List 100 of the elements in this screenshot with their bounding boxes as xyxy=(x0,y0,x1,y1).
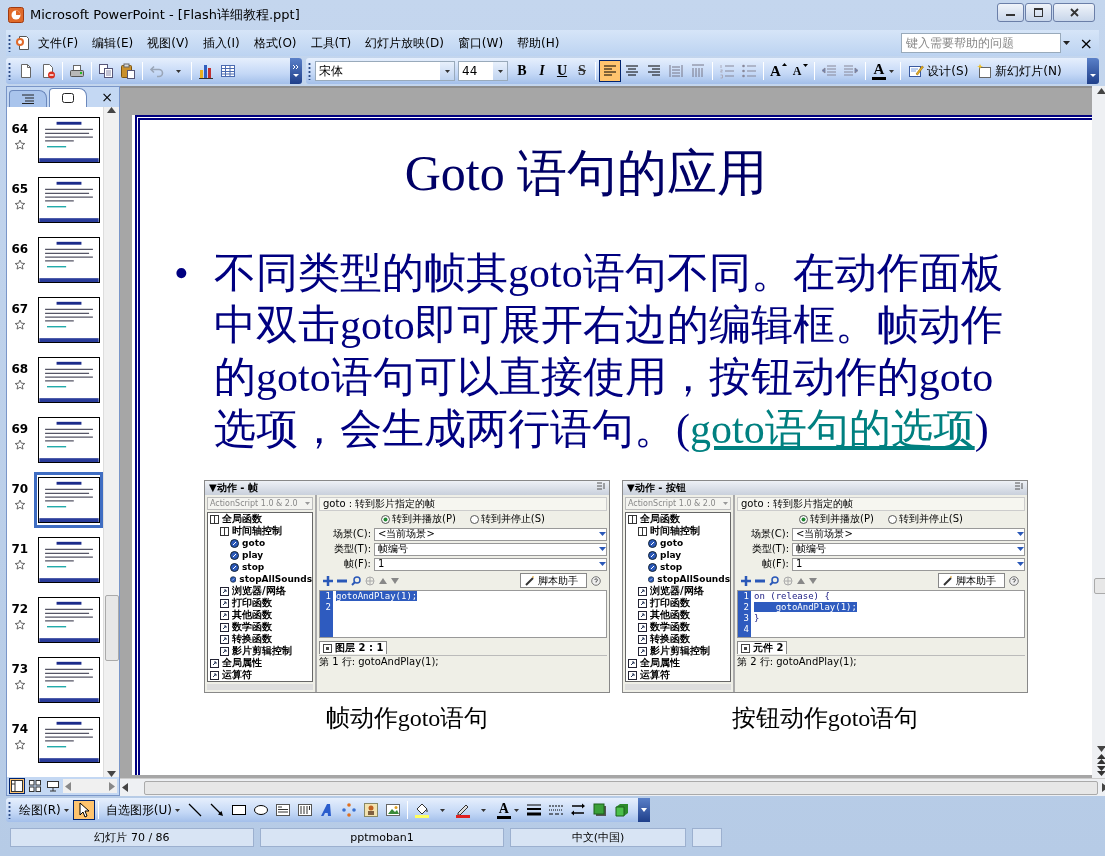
scrollbar-thumb[interactable] xyxy=(104,595,119,661)
tree-item[interactable]: goto xyxy=(242,537,266,549)
menu-item[interactable]: 编辑(E) xyxy=(85,32,141,54)
find-icon[interactable] xyxy=(351,575,361,586)
vertical-scrollbar[interactable] xyxy=(1092,86,1105,778)
vertical-scrollbar[interactable] xyxy=(103,107,119,777)
tree-item[interactable]: 影片剪辑控制 xyxy=(650,645,710,657)
shadow-button[interactable]: S xyxy=(572,60,592,82)
decrease-indent-icon[interactable] xyxy=(820,63,837,79)
font-size-dropdown[interactable]: 44 xyxy=(458,61,508,81)
decrease-font-size-button[interactable]: A xyxy=(789,63,811,79)
language-dropdown[interactable]: ActionScript 1.0 & 2.0 xyxy=(207,497,313,510)
fill-color-icon[interactable] xyxy=(413,802,430,818)
menu-item[interactable]: 帮助(H) xyxy=(510,32,567,54)
toolbar-options-button[interactable] xyxy=(1087,58,1099,84)
bold-button[interactable]: B xyxy=(512,60,532,82)
picture-icon[interactable] xyxy=(384,802,401,818)
arrow-style-icon[interactable] xyxy=(570,802,586,818)
radio-label[interactable]: 转到并播放(P) xyxy=(810,513,874,525)
menu-item[interactable]: 文件(F) xyxy=(31,32,86,54)
draw-menu[interactable]: 绘图(R) xyxy=(15,800,73,820)
help-search-field[interactable]: 键入需要帮助的问题 xyxy=(900,33,1061,53)
dropdown-caret-icon[interactable] xyxy=(1062,41,1070,45)
maximize-button[interactable] xyxy=(1025,2,1052,22)
line-icon[interactable] xyxy=(186,802,203,818)
font-dropdown[interactable]: 宋体 xyxy=(315,61,455,81)
menu-item[interactable]: 幻灯片放映(D) xyxy=(358,32,451,54)
underline-button[interactable]: U xyxy=(552,60,572,82)
find-icon[interactable] xyxy=(769,575,779,586)
tree-item[interactable]: 转换函数 xyxy=(650,633,690,645)
tree-item[interactable]: 打印函数 xyxy=(650,597,690,609)
table-icon[interactable] xyxy=(220,63,236,79)
menu-item[interactable]: 窗口(W) xyxy=(450,32,511,54)
close-document-button[interactable]: × xyxy=(1073,33,1099,53)
copy-icon[interactable] xyxy=(98,63,114,79)
tree-item[interactable]: 数学函数 xyxy=(650,621,690,633)
tree-item[interactable]: 全局属性 xyxy=(222,657,262,669)
tree-item[interactable]: 转换函数 xyxy=(232,633,272,645)
tree-item[interactable]: 运算符 xyxy=(640,669,670,681)
tree-item[interactable]: 全局函数 xyxy=(640,513,680,525)
next-slide-icon[interactable] xyxy=(1096,766,1105,776)
permission-icon[interactable] xyxy=(40,63,56,79)
menu-item[interactable]: 插入(I) xyxy=(195,32,247,54)
tree-item[interactable]: 其他函数 xyxy=(232,609,272,621)
bullets-icon[interactable] xyxy=(741,63,757,79)
increase-indent-icon[interactable] xyxy=(842,63,859,79)
caret-icon[interactable] xyxy=(439,808,445,812)
tree-item[interactable]: goto xyxy=(660,537,684,549)
tree-item[interactable]: 全局属性 xyxy=(640,657,680,669)
arrow-icon[interactable] xyxy=(208,802,225,818)
diagram-icon[interactable] xyxy=(340,802,357,818)
move-down-icon[interactable] xyxy=(809,577,817,584)
slides-tab[interactable] xyxy=(49,88,87,107)
scrollbar-thumb[interactable] xyxy=(144,780,1098,795)
close-button[interactable] xyxy=(1053,2,1095,22)
dropdown-field[interactable]: <当前场景> xyxy=(792,527,1025,541)
scroll-up-icon[interactable] xyxy=(1096,88,1105,94)
script-assist-button[interactable]: 脚本助手 xyxy=(938,573,1005,588)
help-icon[interactable] xyxy=(1009,575,1019,586)
select-objects-button[interactable] xyxy=(72,800,95,820)
script-assist-button[interactable]: 脚本助手 xyxy=(520,573,587,588)
link[interactable]: goto语句的选项 xyxy=(690,406,975,452)
dropdown-field[interactable]: 1 xyxy=(374,557,607,571)
italic-button[interactable]: I xyxy=(532,60,552,82)
radio-label[interactable]: 转到并停止(S) xyxy=(898,513,963,525)
code-editor[interactable]: 1 2 gotoAndPlay(1); xyxy=(319,590,607,638)
maximize-icon[interactable] xyxy=(1034,7,1043,17)
clip-art-icon[interactable] xyxy=(362,802,379,818)
previous-slide-icon[interactable] xyxy=(1096,754,1105,764)
menu-item[interactable]: 格式(O) xyxy=(246,32,304,54)
menu-item[interactable]: 视图(V) xyxy=(140,32,196,54)
rectangle-icon[interactable] xyxy=(230,802,247,818)
tree-item[interactable]: 影片剪辑控制 xyxy=(232,645,292,657)
new-slide-button[interactable]: 新幻灯片(N) xyxy=(972,60,1066,82)
tree-item[interactable]: stopAllSounds xyxy=(239,573,312,585)
menu-item[interactable]: 工具(T) xyxy=(303,32,359,54)
oval-icon[interactable] xyxy=(252,802,269,818)
document-icon[interactable] xyxy=(15,35,31,51)
radio-icon[interactable] xyxy=(799,514,808,524)
tree-item[interactable]: 运算符 xyxy=(222,669,252,681)
scroll-down-icon[interactable] xyxy=(1096,746,1105,752)
tree-item[interactable]: 数学函数 xyxy=(232,621,272,633)
font-color-button[interactable]: A xyxy=(496,801,511,819)
shadow-icon[interactable] xyxy=(592,802,608,818)
tree-item[interactable]: 浏览器/网络 xyxy=(232,585,286,597)
move-up-icon[interactable] xyxy=(379,577,387,584)
dropdown-field[interactable]: <当前场景> xyxy=(374,527,607,541)
radio-icon[interactable] xyxy=(381,514,390,524)
add-icon[interactable] xyxy=(741,575,751,586)
language-dropdown[interactable]: ActionScript 1.0 & 2.0 xyxy=(625,497,731,510)
add-icon[interactable] xyxy=(323,575,333,586)
text-box-icon[interactable] xyxy=(274,802,291,818)
radio-icon[interactable] xyxy=(887,514,897,524)
scrollbar-thumb[interactable] xyxy=(1094,578,1105,594)
vertical-text-box-icon[interactable] xyxy=(296,802,313,818)
radio-label[interactable]: 转到并停止(S) xyxy=(480,513,545,525)
radio-icon[interactable] xyxy=(469,514,479,524)
tree-item[interactable]: stop xyxy=(660,561,683,573)
normal-view-button[interactable] xyxy=(9,778,25,794)
layer-tab[interactable]: 元件 2 xyxy=(737,641,788,654)
